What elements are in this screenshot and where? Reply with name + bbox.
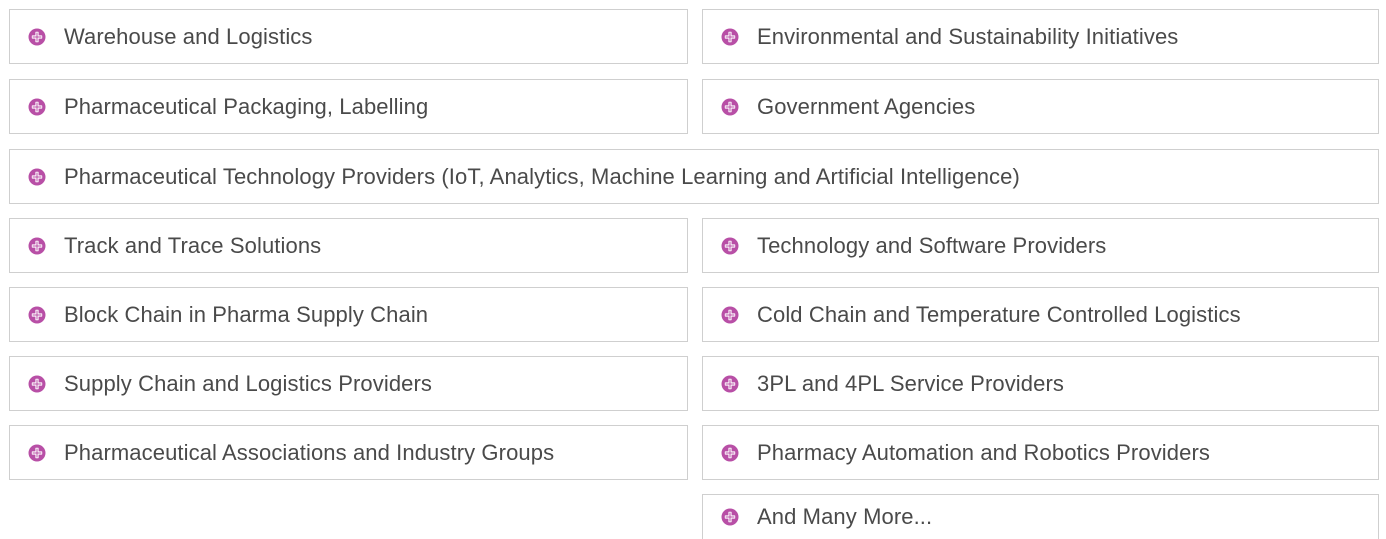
list-item-label: Government Agencies — [757, 93, 976, 119]
list-item-label: Track and Trace Solutions — [64, 232, 322, 258]
list-item-label: Environmental and Sustainability Initiat… — [757, 23, 1179, 49]
list-item: And Many More... — [702, 494, 1379, 539]
list-item: Environmental and Sustainability Initiat… — [702, 9, 1379, 64]
list-item: Block Chain in Pharma Supply Chain — [9, 287, 688, 342]
plus-circle-icon — [721, 28, 739, 46]
list-item: 3PL and 4PL Service Providers — [702, 356, 1379, 411]
list-item-label: Technology and Software Providers — [757, 232, 1107, 258]
list-item-label: Pharmaceutical Packaging, Labelling — [64, 93, 429, 119]
list-item-label: 3PL and 4PL Service Providers — [757, 370, 1064, 396]
plus-circle-icon — [28, 237, 46, 255]
plus-circle-icon — [721, 444, 739, 462]
list-item-label: Supply Chain and Logistics Providers — [64, 370, 433, 396]
list-item-label: Pharmaceutical Technology Providers (IoT… — [64, 163, 1020, 189]
list-item-label: Cold Chain and Temperature Controlled Lo… — [757, 301, 1241, 327]
list-item-label: Pharmacy Automation and Robotics Provide… — [757, 439, 1210, 465]
plus-circle-icon — [721, 237, 739, 255]
plus-circle-icon — [28, 375, 46, 393]
list-item: Track and Trace Solutions — [9, 218, 688, 273]
list-item: Warehouse and Logistics — [9, 9, 688, 64]
list-item: Supply Chain and Logistics Providers — [9, 356, 688, 411]
list-item: Pharmacy Automation and Robotics Provide… — [702, 425, 1379, 480]
plus-circle-icon — [28, 168, 46, 186]
plus-circle-icon — [28, 98, 46, 116]
plus-circle-icon — [721, 508, 739, 526]
list-item: Cold Chain and Temperature Controlled Lo… — [702, 287, 1379, 342]
plus-circle-icon — [721, 98, 739, 116]
plus-circle-icon — [721, 375, 739, 393]
plus-circle-icon — [28, 444, 46, 462]
list-item: Technology and Software Providers — [702, 218, 1379, 273]
list-item-label: Pharmaceutical Associations and Industry… — [64, 439, 555, 465]
list-item-label: Block Chain in Pharma Supply Chain — [64, 301, 429, 327]
plus-circle-icon — [28, 28, 46, 46]
list-item: Government Agencies — [702, 79, 1379, 134]
list-item-label: And Many More... — [757, 504, 933, 529]
plus-circle-icon — [28, 306, 46, 324]
list-item: Pharmaceutical Associations and Industry… — [9, 425, 688, 480]
plus-circle-icon — [721, 306, 739, 324]
list-item: Pharmaceutical Packaging, Labelling — [9, 79, 688, 134]
list-item-label: Warehouse and Logistics — [64, 23, 313, 49]
list-item: Pharmaceutical Technology Providers (IoT… — [9, 149, 1379, 204]
